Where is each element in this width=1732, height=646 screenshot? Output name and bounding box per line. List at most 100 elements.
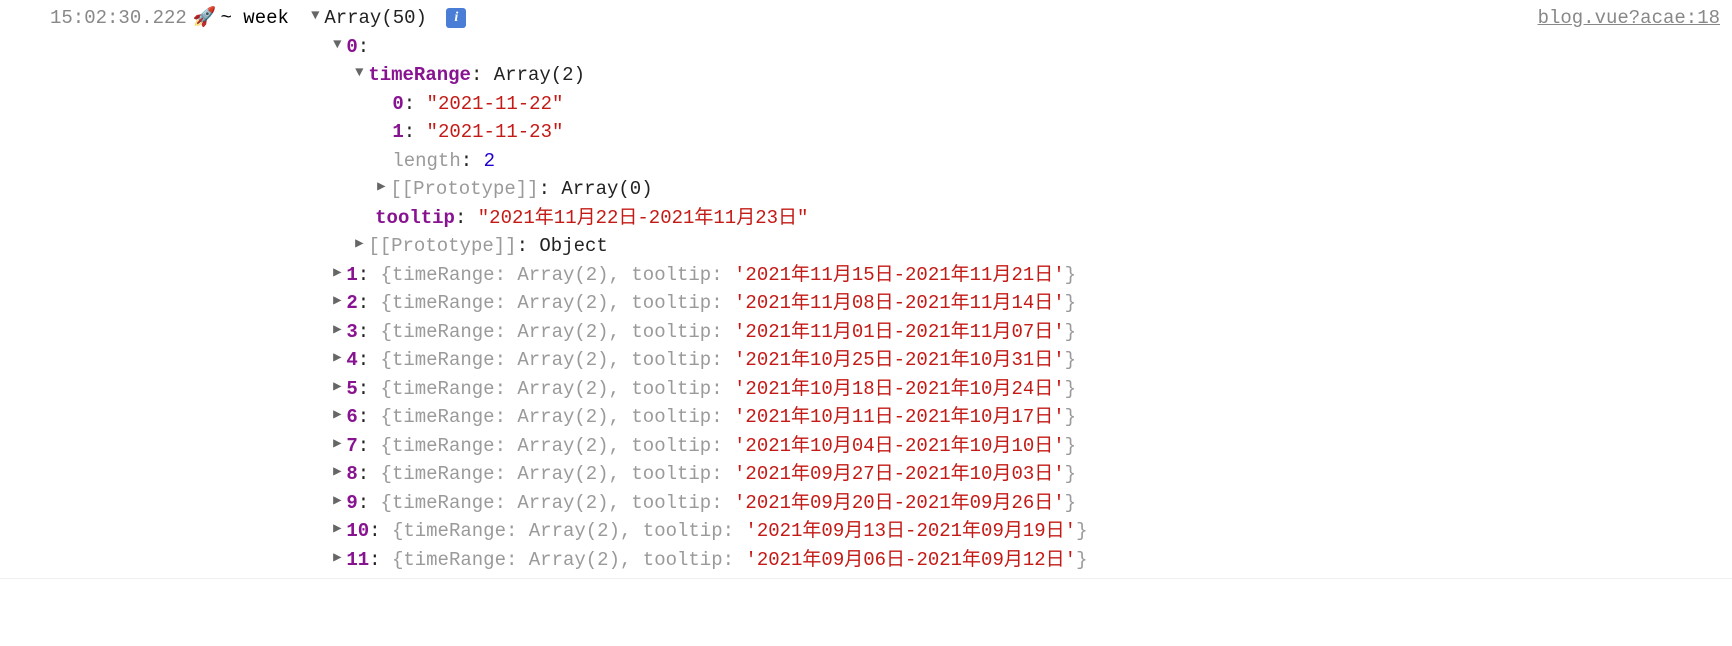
tooltip-key: tooltip (375, 207, 455, 229)
expand-arrow-icon[interactable] (330, 263, 344, 284)
info-icon[interactable]: i (446, 8, 466, 28)
row-index: 11 (346, 549, 369, 571)
expand-arrow-icon[interactable] (330, 291, 344, 312)
row-summary: {timeRange: Array(2), tooltip: (381, 292, 734, 314)
row-summary: {timeRange: Array(2), tooltip: (381, 492, 734, 514)
object-row[interactable]: 2: {timeRange: Array(2), tooltip: '2021年… (308, 289, 1513, 318)
collapsed-rows: 1: {timeRange: Array(2), tooltip: '2021年… (308, 261, 1513, 575)
log-prefix: ~ week (221, 4, 289, 33)
object-row[interactable]: 4: {timeRange: Array(2), tooltip: '2021年… (308, 346, 1513, 375)
row-index: 5 (346, 378, 357, 400)
expand-arrow-icon[interactable] (330, 377, 344, 398)
row-close-brace: } (1076, 549, 1087, 571)
length-line[interactable]: length: 2 (308, 147, 1513, 176)
object-row[interactable]: 1: {timeRange: Array(2), tooltip: '2021年… (308, 261, 1513, 290)
object-row[interactable]: 7: {timeRange: Array(2), tooltip: '2021年… (308, 432, 1513, 461)
array-item-0[interactable]: 0: "2021-11-22" (308, 90, 1513, 119)
row-close-brace: } (1065, 321, 1076, 343)
row-close-brace: } (1065, 492, 1076, 514)
row-summary: {timeRange: Array(2), tooltip: (392, 520, 745, 542)
expand-arrow-icon[interactable] (330, 405, 344, 426)
prototype-object-line[interactable]: [[Prototype]]: Object (308, 232, 1513, 261)
index-key: 0 (346, 36, 357, 58)
row-close-brace: } (1065, 406, 1076, 428)
timerange-line[interactable]: timeRange: Array(2) (308, 61, 1513, 90)
expand-arrow-icon[interactable] (330, 35, 344, 56)
row-summary: {timeRange: Array(2), tooltip: (381, 378, 734, 400)
item-key: 1 (392, 121, 403, 143)
expand-arrow-icon[interactable] (374, 177, 388, 198)
row-index: 8 (346, 463, 357, 485)
console-left: 15:02:30.222 🚀 ~ week Array(50) i 0: tim… (50, 4, 1514, 574)
row-tooltip: '2021年10月18日-2021年10月24日' (734, 378, 1065, 400)
console-log-row: 15:02:30.222 🚀 ~ week Array(50) i 0: tim… (0, 0, 1732, 579)
timestamp: 15:02:30.222 (50, 4, 187, 33)
row-tooltip: '2021年09月20日-2021年09月26日' (734, 492, 1065, 514)
expand-arrow-icon[interactable] (330, 519, 344, 540)
row-close-brace: } (1065, 378, 1076, 400)
row-tooltip: '2021年09月13日-2021年09月19日' (745, 520, 1076, 542)
row-tooltip: '2021年11月08日-2021年11月14日' (734, 292, 1065, 314)
row-index: 10 (346, 520, 369, 542)
expand-arrow-icon[interactable] (330, 320, 344, 341)
row-index: 4 (346, 349, 357, 371)
row-tooltip: '2021年10月11日-2021年10月17日' (734, 406, 1065, 428)
expand-arrow-icon[interactable] (330, 548, 344, 569)
row-close-brace: } (1076, 520, 1087, 542)
item-value: "2021-11-23" (427, 121, 564, 143)
expand-arrow-icon[interactable] (352, 234, 366, 255)
row-index: 9 (346, 492, 357, 514)
object-row[interactable]: 5: {timeRange: Array(2), tooltip: '2021年… (308, 375, 1513, 404)
row-tooltip: '2021年09月06日-2021年09月12日' (745, 549, 1076, 571)
item-value: "2021-11-22" (427, 93, 564, 115)
expand-arrow-icon[interactable] (330, 348, 344, 369)
prototype-label: [[Prototype]] (390, 178, 538, 200)
row-summary: {timeRange: Array(2), tooltip: (381, 321, 734, 343)
timerange-key: timeRange (368, 64, 471, 86)
prototype-array-line[interactable]: [[Prototype]]: Array(0) (308, 175, 1513, 204)
array-item-1[interactable]: 1: "2021-11-23" (308, 118, 1513, 147)
object-row[interactable]: 9: {timeRange: Array(2), tooltip: '2021年… (308, 489, 1513, 518)
row-close-brace: } (1065, 349, 1076, 371)
row-tooltip: '2021年11月01日-2021年11月07日' (734, 321, 1065, 343)
object-tree: Array(50) i 0: timeRange: Array(2) 0: "2… (308, 4, 1513, 574)
source-link[interactable]: blog.vue?acae:18 (1538, 4, 1720, 33)
row-index: 3 (346, 321, 357, 343)
row-tooltip: '2021年11月15日-2021年11月21日' (734, 264, 1065, 286)
array-summary: Array(50) (324, 7, 427, 29)
length-value: 2 (484, 150, 495, 172)
expand-arrow-icon[interactable] (308, 6, 322, 27)
timerange-summary: Array(2) (494, 64, 585, 86)
expand-arrow-icon[interactable] (330, 462, 344, 483)
object-row[interactable]: 11: {timeRange: Array(2), tooltip: '2021… (308, 546, 1513, 575)
expand-arrow-icon[interactable] (330, 491, 344, 512)
row-index: 2 (346, 292, 357, 314)
object-row[interactable]: 3: {timeRange: Array(2), tooltip: '2021年… (308, 318, 1513, 347)
row-index: 1 (346, 264, 357, 286)
row-close-brace: } (1065, 435, 1076, 457)
row-summary: {timeRange: Array(2), tooltip: (381, 463, 734, 485)
row-close-brace: } (1065, 463, 1076, 485)
tooltip-line[interactable]: tooltip: "2021年11月22日-2021年11月23日" (308, 204, 1513, 233)
prototype-summary: Object (539, 235, 607, 257)
index-0-line[interactable]: 0: (308, 33, 1513, 62)
expand-arrow-icon[interactable] (352, 63, 366, 84)
item-key: 0 (392, 93, 403, 115)
row-index: 6 (346, 406, 357, 428)
row-index: 7 (346, 435, 357, 457)
prototype-summary: Array(0) (561, 178, 652, 200)
row-tooltip: '2021年10月04日-2021年10月10日' (734, 435, 1065, 457)
object-row[interactable]: 10: {timeRange: Array(2), tooltip: '2021… (308, 517, 1513, 546)
row-summary: {timeRange: Array(2), tooltip: (381, 435, 734, 457)
row-tooltip: '2021年10月25日-2021年10月31日' (734, 349, 1065, 371)
row-summary: {timeRange: Array(2), tooltip: (381, 406, 734, 428)
rocket-icon: 🚀 (193, 4, 217, 33)
expand-arrow-icon[interactable] (330, 434, 344, 455)
row-summary: {timeRange: Array(2), tooltip: (392, 549, 745, 571)
row-summary: {timeRange: Array(2), tooltip: (381, 349, 734, 371)
row-summary: {timeRange: Array(2), tooltip: (381, 264, 734, 286)
object-row[interactable]: 8: {timeRange: Array(2), tooltip: '2021年… (308, 460, 1513, 489)
array-root-line[interactable]: Array(50) i (308, 4, 1513, 33)
object-row[interactable]: 6: {timeRange: Array(2), tooltip: '2021年… (308, 403, 1513, 432)
row-close-brace: } (1065, 264, 1076, 286)
